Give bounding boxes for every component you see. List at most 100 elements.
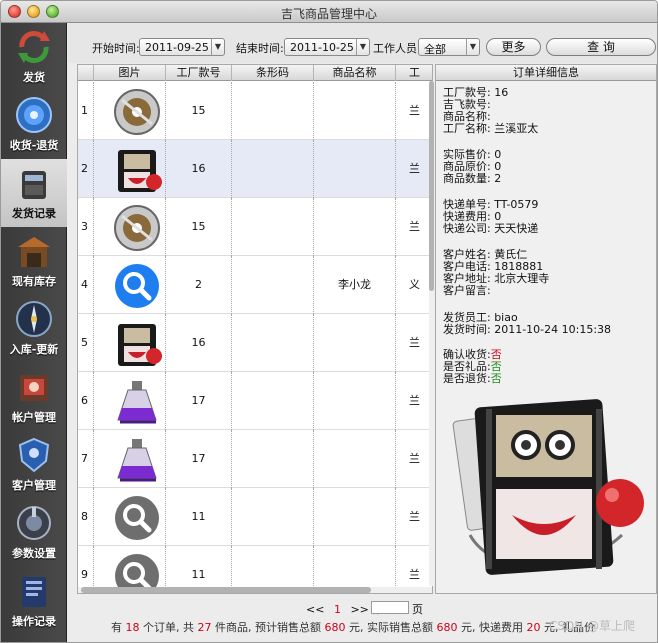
row-factory-no: 2 bbox=[166, 256, 232, 314]
row-index: 8 bbox=[78, 488, 94, 546]
query-button[interactable]: 查 询 bbox=[546, 38, 656, 56]
purple-potion-icon bbox=[117, 439, 157, 482]
sidebar-item-settings[interactable]: 参数设置 bbox=[1, 499, 67, 567]
sidebar-item-receive-return[interactable]: 收货-退货 bbox=[1, 91, 67, 159]
row-image-cell bbox=[94, 140, 166, 198]
row-product-name: 李小龙 bbox=[314, 256, 396, 314]
app-window: 吉飞商品管理中心 发货 收货-退货 发货记录 现有库存 入库-更新 帐户管理 客… bbox=[0, 0, 658, 643]
row-factory-no: 11 bbox=[166, 488, 232, 546]
row-barcode bbox=[232, 372, 314, 430]
sidebar-item-stock-update[interactable]: 入库-更新 bbox=[1, 295, 67, 363]
sidebar-item-label: 现有库存 bbox=[12, 275, 56, 288]
table-row[interactable]: 3 15 兰 bbox=[78, 198, 432, 256]
worker-select[interactable]: 全部 ▼ bbox=[418, 38, 480, 56]
chevron-down-icon: ▼ bbox=[356, 39, 369, 55]
next-page-button[interactable]: >> bbox=[350, 603, 368, 616]
row-product-name bbox=[314, 198, 396, 256]
table-row[interactable]: 5 16 兰 bbox=[78, 314, 432, 372]
row-factory-partial: 义 bbox=[396, 256, 432, 314]
end-time-label: 结束时间: bbox=[236, 42, 284, 55]
column-header-product-name[interactable]: 商品名称 bbox=[314, 65, 396, 81]
sidebar-item-label: 发货记录 bbox=[12, 207, 56, 220]
is-return-label: 是否退货: bbox=[443, 372, 491, 385]
row-index: 1 bbox=[78, 82, 94, 140]
row-product-name bbox=[314, 372, 396, 430]
row-index: 4 bbox=[78, 256, 94, 314]
row-product-name bbox=[314, 430, 396, 488]
row-factory-no: 17 bbox=[166, 372, 232, 430]
column-header-index[interactable] bbox=[78, 65, 94, 81]
sidebar-item-inventory[interactable]: 现有库存 bbox=[1, 227, 67, 295]
sidebar-item-ship-records[interactable]: 发货记录 bbox=[1, 159, 67, 227]
column-header-factory-no[interactable]: 工厂款号 bbox=[166, 65, 232, 81]
table-row[interactable]: 1 15 兰 bbox=[78, 82, 432, 140]
scroll-thumb[interactable] bbox=[81, 587, 371, 593]
row-factory-no: 17 bbox=[166, 430, 232, 488]
row-index: 2 bbox=[78, 140, 94, 198]
start-date-select[interactable]: 2011-09-25 ▼ bbox=[139, 38, 225, 56]
sidebar: 发货 收货-退货 发货记录 现有库存 入库-更新 帐户管理 客户管理 参数设置 … bbox=[1, 23, 67, 642]
row-factory-partial: 兰 bbox=[396, 140, 432, 198]
settings-icon bbox=[17, 506, 51, 540]
column-header-image[interactable]: 图片 bbox=[94, 65, 166, 81]
sidebar-item-ship[interactable]: 发货 bbox=[1, 23, 67, 91]
row-image-cell bbox=[94, 430, 166, 488]
end-date-select[interactable]: 2011-10-25 ▼ bbox=[284, 38, 370, 56]
horizontal-scrollbar[interactable] bbox=[78, 587, 432, 593]
detail-ship-time: 发货时间: 2011-10-24 10:15:38 bbox=[443, 323, 612, 336]
scroll-thumb[interactable] bbox=[429, 81, 434, 291]
compass-update-icon bbox=[16, 301, 52, 337]
detail-quantity: 商品数量: 2 bbox=[443, 172, 502, 185]
row-factory-partial: 兰 bbox=[396, 430, 432, 488]
detail-is-return: 是否退货:否 bbox=[443, 373, 502, 385]
end-date-value: 2011-10-25 bbox=[290, 41, 354, 54]
sidebar-item-operation-log[interactable]: 操作记录 bbox=[1, 567, 67, 635]
detail-express-company: 快递公司: 天天快递 bbox=[443, 222, 539, 235]
film-face-icon bbox=[118, 150, 162, 192]
sidebar-item-accounts[interactable]: 帐户管理 bbox=[1, 363, 67, 431]
table-row[interactable]: 8 11 兰 bbox=[78, 488, 432, 546]
column-header-factory[interactable]: 工 bbox=[396, 65, 432, 81]
log-icon bbox=[22, 577, 46, 607]
summary-text: 元, 实际销售总额 bbox=[349, 621, 433, 634]
summary-text: 个订单, 共 bbox=[143, 621, 194, 634]
table-row[interactable]: 7 17 兰 bbox=[78, 430, 432, 488]
start-date-value: 2011-09-25 bbox=[145, 41, 209, 54]
purple-potion-icon bbox=[117, 381, 157, 424]
sidebar-item-label: 操作记录 bbox=[12, 615, 56, 628]
current-page-link[interactable]: 1 bbox=[334, 603, 341, 616]
row-image-cell bbox=[94, 198, 166, 256]
ship-arrows-icon bbox=[18, 31, 50, 63]
window-title: 吉飞商品管理中心 bbox=[280, 7, 377, 21]
film-face-large-icon bbox=[452, 399, 644, 575]
column-header-barcode[interactable]: 条形码 bbox=[232, 65, 314, 81]
row-factory-no: 15 bbox=[166, 198, 232, 256]
vertical-scrollbar[interactable] bbox=[429, 81, 434, 586]
item-count: 27 bbox=[197, 621, 212, 634]
row-barcode bbox=[232, 82, 314, 140]
chevron-down-icon: ▼ bbox=[466, 39, 479, 55]
sidebar-item-customers[interactable]: 客户管理 bbox=[1, 431, 67, 499]
mailbox-icon bbox=[22, 171, 46, 199]
row-image-cell bbox=[94, 372, 166, 430]
table-header: 图片 工厂款号 条形码 商品名称 工 bbox=[78, 65, 432, 81]
row-image-cell bbox=[94, 256, 166, 314]
row-factory-no: 16 bbox=[166, 314, 232, 372]
summary-text: 元, 快递费用 bbox=[461, 621, 523, 634]
warehouse-icon bbox=[18, 237, 50, 267]
customer-shield-icon bbox=[18, 437, 50, 473]
prev-page-button[interactable]: << bbox=[306, 603, 324, 616]
sidebar-item-label: 收货-退货 bbox=[9, 139, 59, 152]
title-bar: 吉飞商品管理中心 bbox=[1, 1, 657, 23]
summary-text: 件商品, 预计销售总额 bbox=[215, 621, 321, 634]
summary-text: 有 bbox=[111, 621, 122, 634]
table-row[interactable]: 4 2 李小龙义 bbox=[78, 256, 432, 314]
express-total: 20 bbox=[526, 621, 541, 634]
table-row[interactable]: 2 16 兰 bbox=[78, 140, 432, 198]
page-number-input[interactable] bbox=[371, 601, 409, 614]
row-image-cell bbox=[94, 82, 166, 140]
table-row[interactable]: 6 17 兰 bbox=[78, 372, 432, 430]
more-button[interactable]: 更多 bbox=[486, 38, 541, 56]
accounts-icon bbox=[20, 375, 48, 401]
actual-total: 680 bbox=[436, 621, 458, 634]
